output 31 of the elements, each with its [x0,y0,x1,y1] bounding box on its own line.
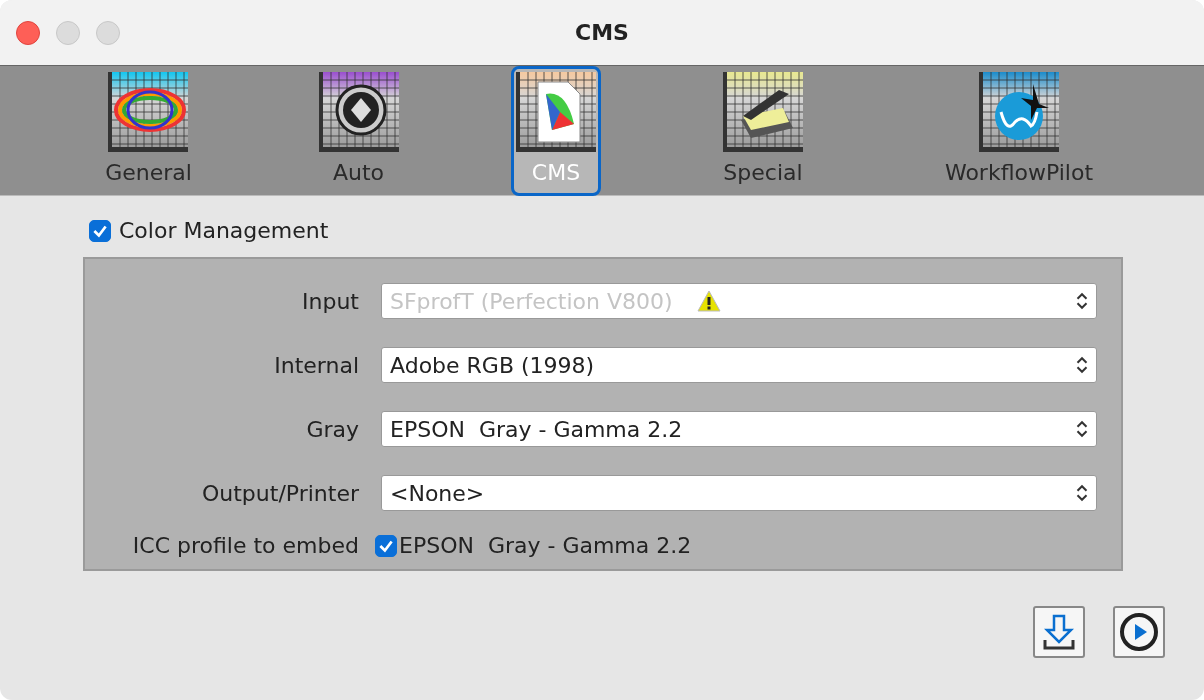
stepper-arrows-icon [1076,484,1088,502]
stepper-arrows-icon [1076,356,1088,374]
warning-icon [696,290,721,312]
window-title: CMS [575,20,629,45]
toolbar-tab[interactable]: WorkflowPilot [939,66,1099,196]
eye-icon [108,72,189,152]
play-icon [1119,612,1159,652]
toolbar-tab[interactable]: Special [718,66,808,196]
profile-dropdown[interactable]: Adobe RGB (1998) [381,347,1097,383]
profile-dropdown[interactable]: EPSON Gray - Gamma 2.2 [381,411,1097,447]
field-label: Input [301,288,359,314]
toolbar-tab[interactable]: Auto [313,66,404,196]
profile-dropdown[interactable]: <None> [381,475,1097,511]
globe-airplane-icon [979,72,1059,152]
checkbox-label: EPSON Gray - Gamma 2.2 [399,533,692,558]
close-button[interactable] [16,20,40,45]
field-label: Output/Printer [200,480,359,506]
checkbox-label: Color Management [119,218,329,243]
play-button[interactable] [1113,606,1165,658]
download-button[interactable] [1033,606,1085,658]
field-label: Internal [273,352,359,378]
color-document-icon [516,72,596,152]
color-management-checkbox[interactable] [89,219,111,242]
field-label: Gray [305,416,359,442]
scanner-icon [723,72,803,152]
toolbar-tab[interactable]: General [100,66,197,196]
stepper-arrows-icon [1076,292,1088,310]
aperture-icon [318,72,399,152]
field-label: ICC profile to embed [131,533,359,558]
embed-checkbox[interactable] [375,534,397,557]
stepper-arrows-icon [1076,420,1088,438]
